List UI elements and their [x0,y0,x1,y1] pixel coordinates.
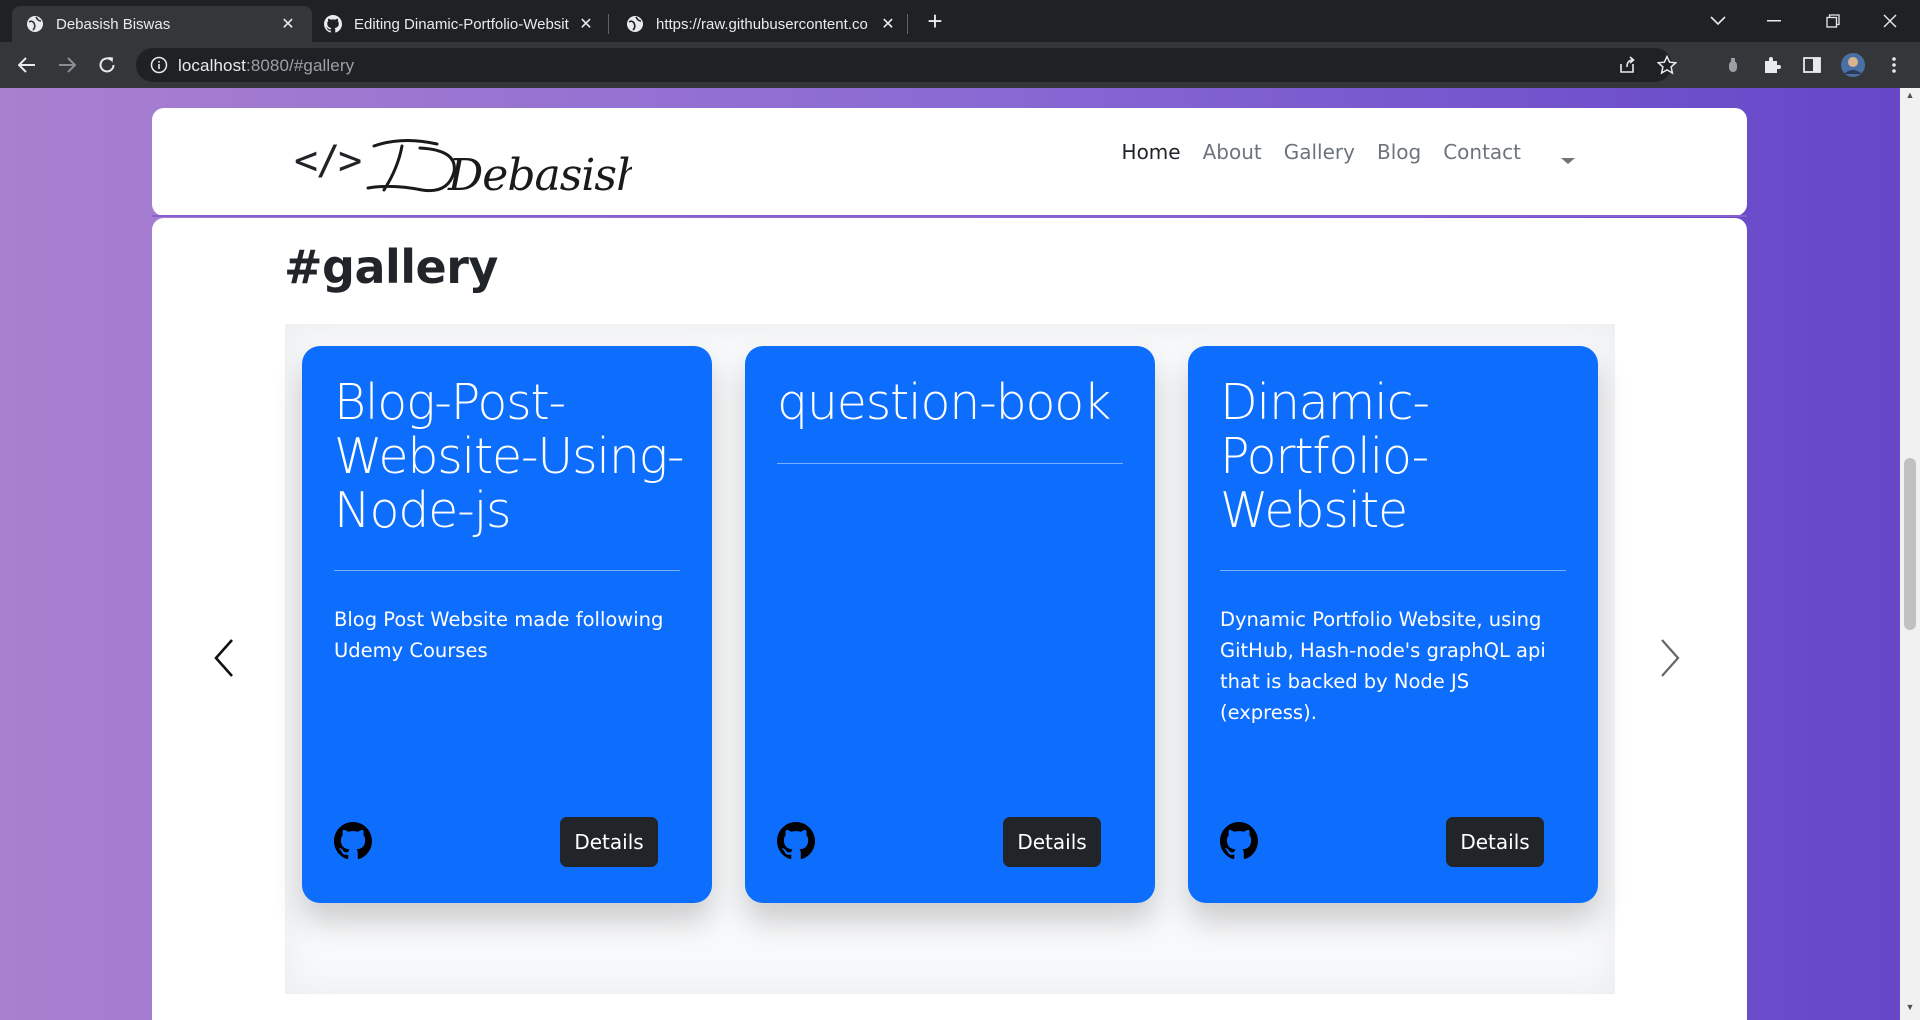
tab-search-chevron-icon[interactable] [1690,0,1746,42]
navbar-divider [152,215,1747,217]
site-info-icon[interactable] [150,56,168,74]
nav-home[interactable]: Home [1122,140,1181,164]
close-window-icon[interactable] [1862,0,1918,42]
section-title: #gallery [284,240,498,294]
card-description: Blog Post Website made following Udemy C… [334,608,664,662]
github-icon[interactable] [1220,822,1258,860]
browser-toolbar: localhost:8080/#gallery [0,42,1920,88]
chrome-menu-icon[interactable] [1879,50,1909,80]
tab-title: https://raw.githubusercontent.co [656,15,868,33]
card-divider [777,463,1123,464]
tab-title: Editing Dinamic-Portfolio-Websit [354,15,569,33]
scroll-down-arrow-icon[interactable]: ▼ [1900,1002,1920,1018]
tab-raw-github[interactable]: https://raw.githubusercontent.co ✕ [612,6,912,42]
card-divider [334,570,680,571]
close-tab-icon[interactable]: ✕ [576,14,596,34]
restore-icon[interactable] [1805,0,1861,42]
github-icon [324,15,342,33]
side-panel-icon[interactable] [1797,50,1827,80]
nav-links: Home About Gallery Blog Contact [1122,140,1521,164]
page-scrollbar[interactable]: ▲ ▼ [1900,88,1920,1020]
card-title: Blog-Post- Website-Using- Node-js [334,374,685,539]
tab-editing-portfolio[interactable]: Editing Dinamic-Portfolio-Websit ✕ [310,6,610,42]
back-arrow-icon[interactable] [12,50,42,80]
forward-arrow-icon[interactable] [52,50,82,80]
details-button[interactable]: Details [560,817,658,867]
nav-gallery[interactable]: Gallery [1284,140,1355,164]
carousel-next-arrow-icon[interactable] [1650,628,1690,688]
signature-logo[interactable]: Debasish [362,128,632,198]
project-card: Dinamic- Portfolio- Website Dynamic Port… [1188,346,1598,903]
card-description: Dynamic Portfolio Website, using GitHub,… [1220,608,1546,724]
tab-separator [907,14,908,34]
tab-strip: Debasish Biswas ✕ Editing Dinamic-Portfo… [0,0,1920,42]
nav-contact[interactable]: Contact [1443,140,1521,164]
address-bar[interactable]: localhost:8080/#gallery [136,48,1677,82]
github-icon[interactable] [777,822,815,860]
new-tab-button[interactable]: + [920,6,950,36]
dropdown-caret-icon[interactable] [1561,158,1575,164]
card-title: question-book [777,374,1111,431]
scroll-up-arrow-icon[interactable]: ▲ [1900,90,1920,106]
svg-text:Debasish: Debasish [447,150,632,198]
nav-about[interactable]: About [1203,140,1262,164]
extension-icon[interactable] [1718,50,1748,80]
globe-icon [26,15,44,33]
github-icon[interactable] [334,822,372,860]
minimize-icon[interactable] [1746,0,1802,42]
profile-avatar[interactable] [1838,50,1868,80]
project-card: Blog-Post- Website-Using- Node-js Blog P… [302,346,712,903]
close-tab-icon[interactable]: ✕ [878,14,898,34]
card-title: Dinamic- Portfolio- Website [1220,374,1430,539]
card-divider [1220,570,1566,571]
carousel-prev-arrow-icon[interactable] [204,628,244,688]
details-button[interactable]: Details [1003,817,1101,867]
code-logo-icon[interactable]: </> [294,138,362,184]
tab-debasish-biswas[interactable]: Debasish Biswas ✕ [12,6,312,42]
bookmark-star-icon[interactable] [1652,50,1682,80]
gallery-section: #gallery Blog-Post- Website-Using- Node-… [152,218,1747,1020]
puzzle-extensions-icon[interactable] [1757,50,1787,80]
nav-blog[interactable]: Blog [1377,140,1421,164]
details-button[interactable]: Details [1446,817,1544,867]
site-navbar: </> Debasish Home About Gallery Blog Con… [152,108,1747,216]
project-card: question-book Details [745,346,1155,903]
url-text: localhost:8080/#gallery [178,56,355,75]
close-tab-icon[interactable]: ✕ [278,14,298,34]
scroll-thumb[interactable] [1904,458,1916,630]
page-viewport: </> Debasish Home About Gallery Blog Con… [0,88,1920,1020]
share-icon[interactable] [1612,50,1642,80]
tab-title: Debasish Biswas [56,15,171,33]
tab-separator [608,14,609,34]
reload-icon[interactable] [92,50,122,80]
globe-icon [626,15,644,33]
